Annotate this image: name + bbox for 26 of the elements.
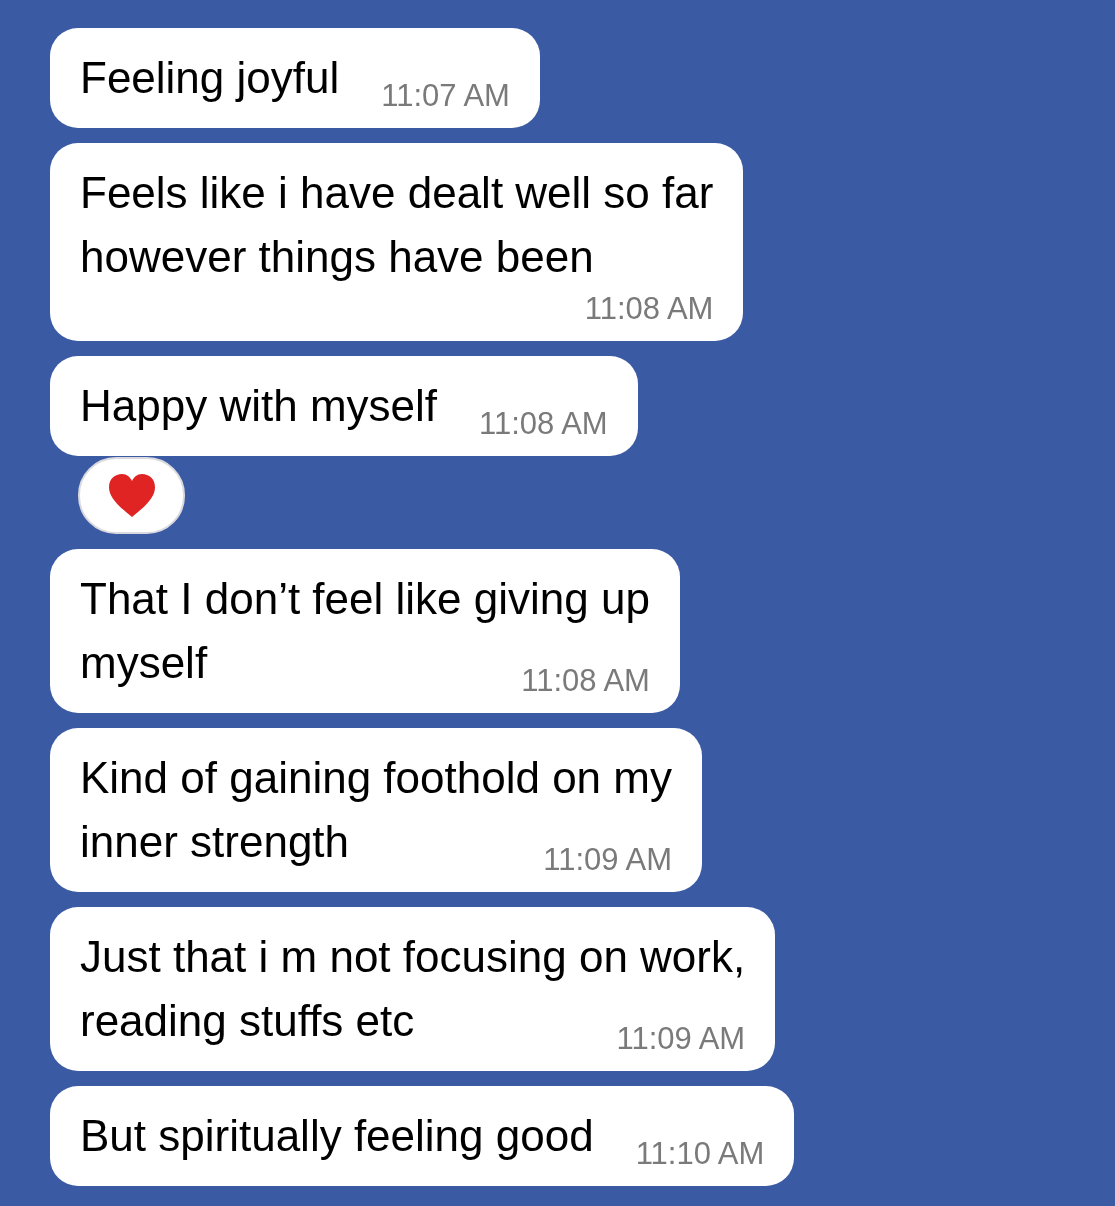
message-time: 11:07 AM (381, 77, 510, 115)
message-text: Feeling joyful (80, 52, 340, 104)
message-time: 11:08 AM (584, 290, 714, 328)
message-bubble[interactable]: Happy with myself 11:08 AM (50, 356, 638, 456)
message-bubble[interactable]: Kind of gaining foothold on my inner strength 11:09 AM (50, 728, 702, 892)
message-time: 11:09 AM (543, 841, 672, 879)
message-time: 11:09 AM (616, 1020, 746, 1058)
message-text: Feels like i have dealt well so far (80, 167, 714, 219)
message-text: reading stuffs etc (80, 995, 415, 1047)
message-bubble[interactable]: Just that i m not focusing on work, reading stuffs etc 11:09 AM (50, 907, 776, 1071)
message-text: inner strength (80, 816, 350, 868)
message-text: Happy with myself (80, 380, 437, 432)
message-time: 11:08 AM (521, 662, 650, 700)
message-bubble[interactable]: Feels like i have dealt well so far however things have been 11:08 AM (50, 143, 744, 341)
message-text: That I don’t feel like giving up (80, 573, 650, 625)
message-text: Just that i m not focusing on work, (80, 931, 746, 983)
message-text: But spiritually feeling good (80, 1110, 594, 1162)
message-time: 11:10 AM (635, 1135, 765, 1173)
message-bubble[interactable]: That I don’t feel like giving up myself 11:08 AM (50, 549, 680, 713)
message-text: myself (80, 637, 208, 689)
message-time: 11:08 AM (479, 405, 608, 443)
heart-icon (106, 472, 157, 519)
message-text: Kind of gaining foothold on my (80, 752, 672, 804)
message-bubble[interactable]: Feeling joyful 11:07 AM (50, 28, 540, 128)
message-text: however things have been (80, 231, 594, 283)
message-bubble[interactable]: But spiritually feeling good 11:10 AM (50, 1086, 795, 1186)
